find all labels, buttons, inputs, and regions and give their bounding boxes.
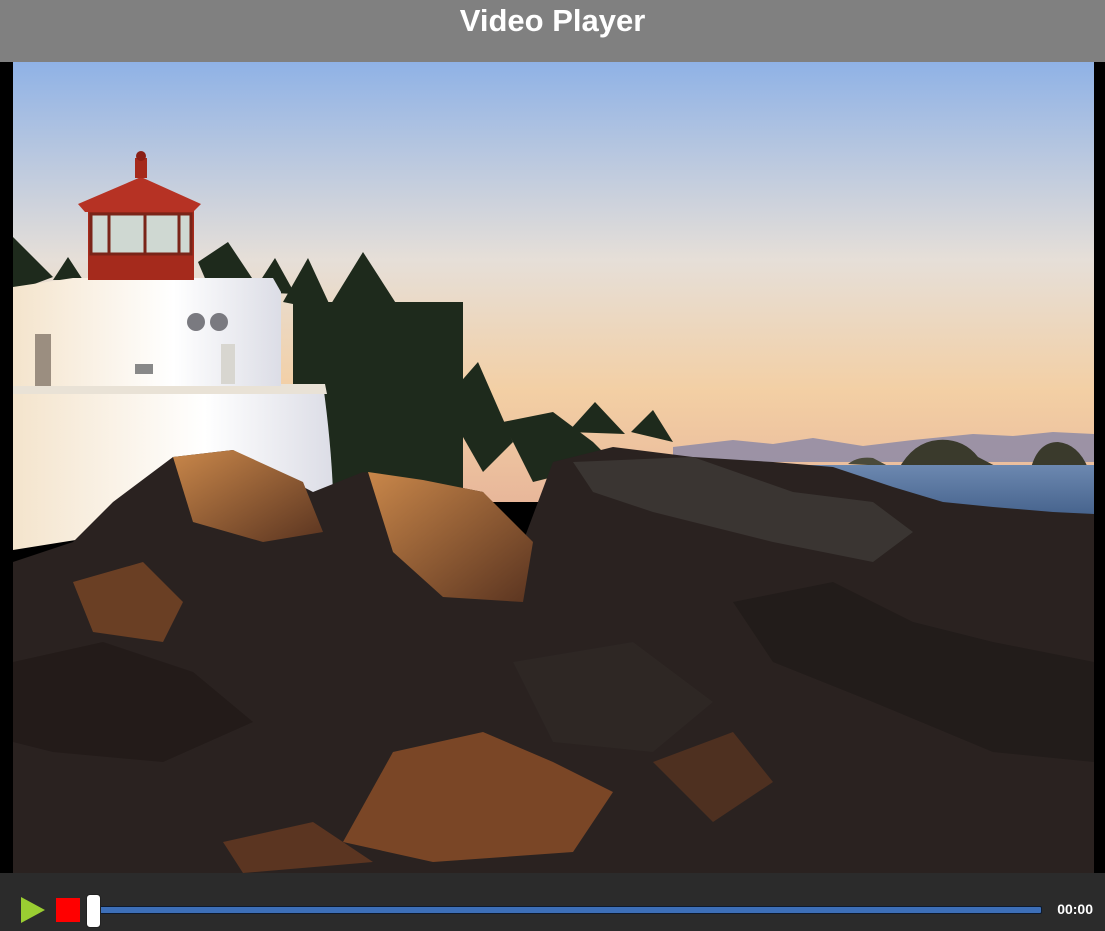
- play-button[interactable]: [19, 896, 47, 924]
- play-icon: [21, 897, 45, 923]
- seek-bar[interactable]: [90, 906, 1042, 914]
- stop-button[interactable]: [56, 898, 80, 922]
- video-frame-image: [13, 62, 1094, 873]
- page-title: Video Player: [459, 3, 646, 38]
- video-display[interactable]: [13, 62, 1094, 873]
- title-bar: Video Player: [0, 0, 1105, 62]
- video-frame[interactable]: [0, 62, 1105, 873]
- control-bar: 00:00: [0, 873, 1105, 931]
- seek-thumb[interactable]: [86, 894, 101, 928]
- time-display: 00:00: [1057, 901, 1093, 917]
